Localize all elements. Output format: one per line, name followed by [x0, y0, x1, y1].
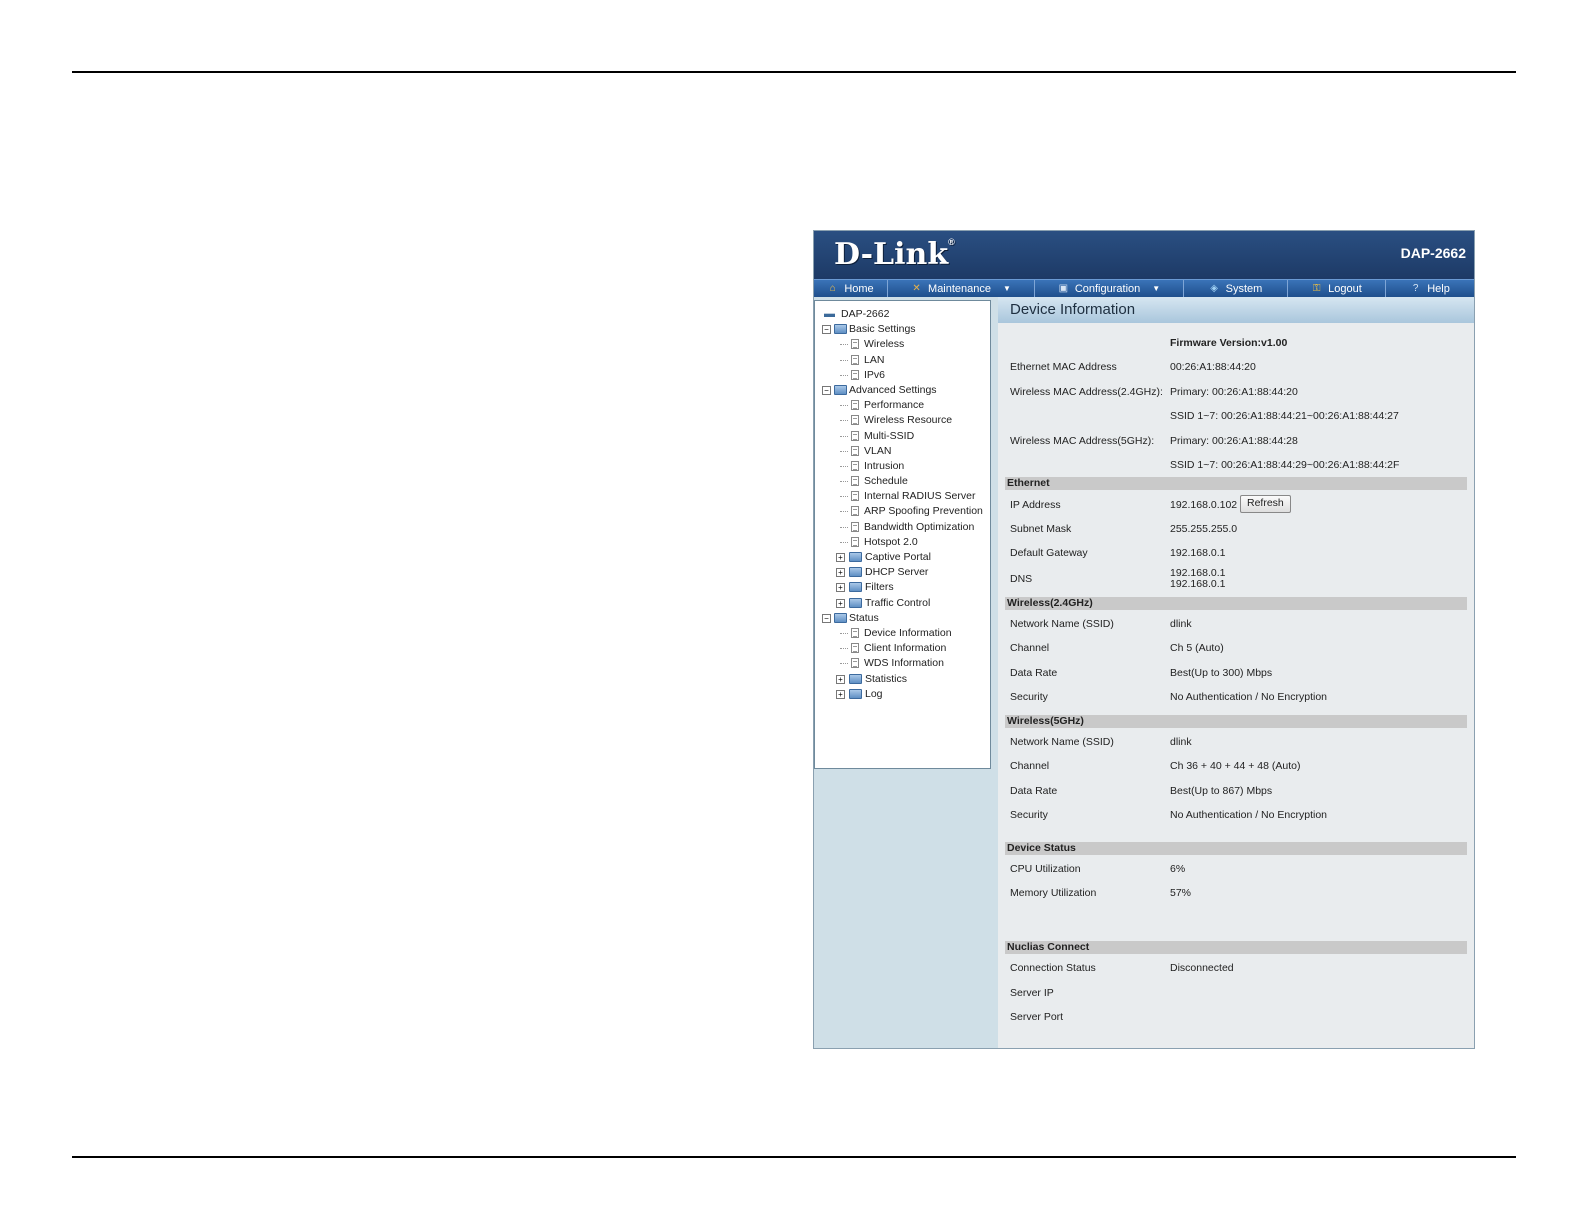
dap-web-ui-screenshot: D-Link® DAP-2662 ⌂ Home ✕ Maintenance ▼ ▣… [813, 230, 1475, 1049]
page-icon [851, 476, 859, 487]
tree-item-ipv6[interactable]: IPv6 [815, 368, 990, 383]
home-icon: ⌂ [829, 283, 836, 294]
collapse-icon[interactable]: − [822, 613, 831, 623]
page-icon [851, 491, 859, 502]
tree-item-internal-radius[interactable]: Internal RADIUS Server [815, 489, 990, 504]
computer-icon: ▬ [824, 308, 835, 320]
section-wireless-24: Wireless(2.4GHz) [1005, 597, 1467, 610]
page-bottom-rule [72, 1156, 1516, 1158]
folder-icon [849, 582, 862, 593]
menu-home[interactable]: ⌂ Home [814, 280, 888, 297]
menu-system[interactable]: ◈ System [1184, 280, 1288, 297]
page-icon [851, 506, 859, 517]
key-icon: ⚿ [1312, 283, 1321, 294]
tree-folder-traffic-control[interactable]: + Traffic Control [815, 596, 990, 611]
tree-folder-dhcp-server[interactable]: + DHCP Server [815, 565, 990, 580]
chevron-down-icon: ▼ [1152, 284, 1161, 293]
expand-icon[interactable]: + [836, 674, 845, 684]
top-menu-bar: ⌂ Home ✕ Maintenance ▼ ▣ Configuration ▼ ◈… [814, 279, 1474, 297]
folder-open-icon [834, 612, 847, 623]
expand-icon[interactable]: + [836, 583, 845, 593]
menu-help[interactable]: ? Help [1386, 280, 1474, 297]
tools-icon: ✕ [912, 283, 921, 294]
floppy-icon: ▣ [1058, 283, 1069, 294]
collapse-icon[interactable]: − [822, 385, 831, 395]
page-icon [851, 369, 859, 380]
menu-logout[interactable]: ⚿ Logout [1288, 280, 1386, 297]
refresh-button[interactable]: Refresh [1240, 495, 1291, 513]
section-ethernet: Ethernet [1005, 477, 1467, 490]
tree-item-intrusion[interactable]: Intrusion [815, 459, 990, 474]
expand-icon[interactable]: + [836, 598, 845, 608]
page-icon [851, 400, 859, 411]
folder-icon [849, 673, 862, 684]
page-icon [851, 536, 859, 547]
page-icon [851, 445, 859, 456]
device-information-panel: Device Information Firmware Version:v1.0… [998, 297, 1474, 1048]
tree-folder-statistics[interactable]: + Statistics [815, 672, 990, 687]
tree-item-schedule[interactable]: Schedule [815, 474, 990, 489]
tree-item-performance[interactable]: Performance [815, 398, 990, 413]
tree-item-hotspot[interactable]: Hotspot 2.0 [815, 535, 990, 550]
help-icon: ? [1412, 283, 1419, 294]
tree-item-wds-information[interactable]: WDS Information [815, 656, 990, 671]
page-icon [851, 521, 859, 532]
tree-folder-log[interactable]: + Log [815, 687, 990, 702]
page-icon [851, 460, 859, 471]
page-title: Device Information [998, 297, 1474, 323]
menu-maintenance[interactable]: ✕ Maintenance ▼ [888, 280, 1035, 297]
tree-item-bandwidth-optimization[interactable]: Bandwidth Optimization [815, 520, 990, 535]
page-icon [851, 430, 859, 441]
chevron-down-icon: ▼ [1003, 284, 1011, 293]
tree-item-wireless-resource[interactable]: Wireless Resource [815, 413, 990, 428]
section-device-status: Device Status [1005, 842, 1467, 855]
expand-icon[interactable]: + [836, 689, 845, 699]
network-icon: ◈ [1210, 283, 1218, 294]
tree-folder-filters[interactable]: + Filters [815, 580, 990, 595]
navigation-tree: ▬ DAP-2662 − Basic Settings Wireless LAN… [814, 300, 991, 769]
folder-icon [849, 597, 862, 608]
page-icon [851, 354, 859, 365]
menu-configuration[interactable]: ▣ Configuration ▼ [1035, 280, 1184, 297]
section-wireless-5: Wireless(5GHz) [1005, 715, 1467, 728]
page-icon [851, 415, 859, 426]
header-banner: D-Link® DAP-2662 [814, 231, 1474, 279]
tree-basic-settings[interactable]: − Basic Settings [815, 322, 990, 337]
model-name: DAP-2662 [1400, 245, 1466, 261]
folder-open-icon [834, 324, 847, 335]
tree-status[interactable]: − Status [815, 611, 990, 626]
tree-item-multi-ssid[interactable]: Multi-SSID [815, 429, 990, 444]
folder-icon [849, 567, 862, 578]
collapse-icon[interactable]: − [822, 325, 831, 335]
page-icon [851, 339, 859, 350]
page-icon [851, 627, 859, 638]
tree-folder-captive-portal[interactable]: + Captive Portal [815, 550, 990, 565]
tree-item-device-information[interactable]: Device Information [815, 626, 990, 641]
tree-advanced-settings[interactable]: − Advanced Settings [815, 383, 990, 398]
page-icon [851, 658, 859, 669]
folder-icon [849, 552, 862, 562]
folder-open-icon [834, 384, 847, 395]
tree-item-wireless[interactable]: Wireless [815, 337, 990, 352]
tree-item-client-information[interactable]: Client Information [815, 641, 990, 656]
expand-icon[interactable]: + [836, 568, 845, 578]
tree-root-device[interactable]: ▬ DAP-2662 [815, 307, 990, 322]
tree-item-arp-spoofing[interactable]: ARP Spoofing Prevention [815, 504, 990, 519]
page-icon [851, 643, 859, 654]
tree-item-vlan[interactable]: VLAN [815, 444, 990, 459]
expand-icon[interactable]: + [836, 553, 845, 562]
dlink-logo: D-Link® [834, 237, 955, 272]
section-nuclias-connect: Nuclias Connect [1005, 941, 1467, 954]
tree-item-lan[interactable]: LAN [815, 353, 990, 368]
page-top-rule [72, 71, 1516, 73]
folder-icon [849, 688, 862, 699]
